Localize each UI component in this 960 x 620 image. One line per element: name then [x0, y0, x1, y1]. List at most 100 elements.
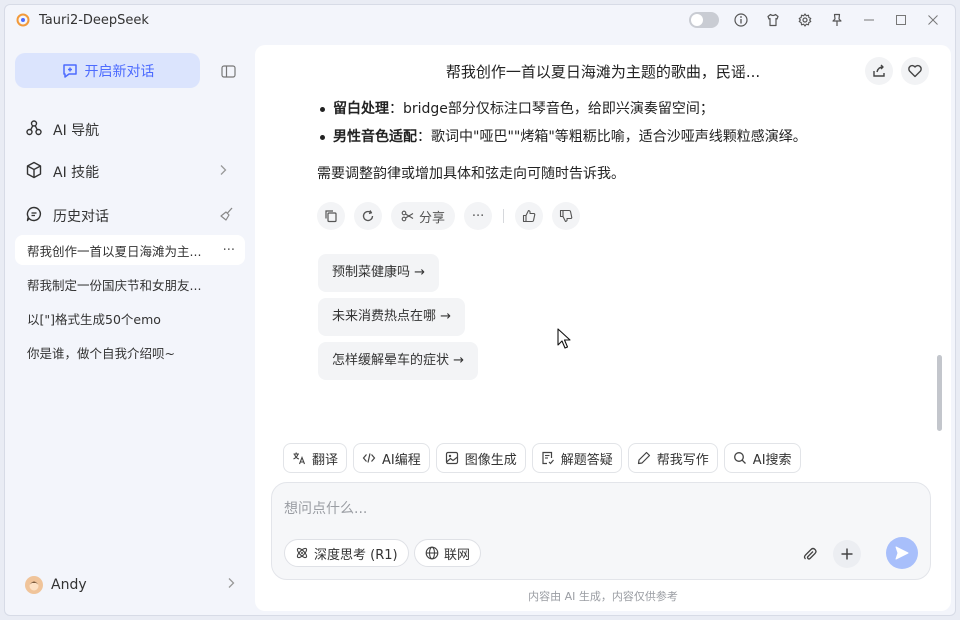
tool-label: AI搜索	[752, 452, 792, 468]
history-item[interactable]: 以["]格式生成50个emo	[15, 303, 245, 333]
tool-label: 翻译	[312, 452, 339, 468]
closing-paragraph: 需要调整韵律或增加具体和弦走向可随时告诉我。	[317, 166, 625, 182]
more-actions-button[interactable]: ···	[464, 202, 493, 230]
more-icon[interactable]: ···	[223, 243, 235, 258]
tool-bar: 翻译 AI编程 图像生成 解题答疑 帮我写作 AI搜索	[283, 443, 801, 473]
web-search-toggle[interactable]: 联网	[414, 539, 482, 567]
user-name: Andy	[51, 577, 87, 593]
gear-icon[interactable]	[789, 5, 821, 35]
mouse-cursor-icon	[557, 328, 571, 349]
cube-icon	[25, 161, 43, 183]
translate-icon	[293, 452, 306, 465]
tool-ai-search[interactable]: AI搜索	[723, 443, 801, 473]
thumbs-up-button[interactable]	[515, 202, 544, 230]
bullet-term: 男性音色适配	[333, 129, 417, 145]
copy-button[interactable]	[317, 202, 345, 230]
message-actions: 分享 ···	[317, 202, 581, 230]
tool-translate[interactable]: 翻译	[283, 443, 348, 473]
sidebar-item-label: AI 导航	[53, 123, 100, 139]
avatar	[25, 576, 43, 594]
regenerate-button[interactable]	[354, 202, 382, 230]
app-logo-icon	[15, 12, 31, 28]
tool-label: 解题答疑	[560, 452, 613, 468]
minimize-icon[interactable]	[853, 5, 885, 35]
list-item: 男性音色适配：歌词中"哑巴""烤箱"等粗粝比喻，适合沙哑声线颗粒感演绎。	[317, 123, 897, 151]
sidebar-item-ai-skills[interactable]: AI 技能	[25, 160, 235, 184]
history-item-title: 以["]格式生成50个emo	[27, 311, 161, 327]
title-bar: Tauri2-DeepSeek	[5, 5, 955, 35]
share-nodes-icon	[401, 210, 414, 222]
bullet-text: ：歌词中"哑巴""烤箱"等粗粝比喻，适合沙哑声线颗粒感演绎。	[417, 129, 807, 145]
history-item-title: 帮我创作一首以夏日海滩为主...	[27, 243, 202, 259]
theme-toggle[interactable]	[689, 12, 719, 28]
more-icon: ···	[471, 208, 485, 224]
history-list: 帮我创作一首以夏日海滩为主... ··· 帮我制定一份国庆节和女朋友... 以[…	[15, 235, 245, 371]
maximize-icon[interactable]	[885, 5, 917, 35]
message-input[interactable]	[284, 497, 904, 521]
chevron-right-icon	[227, 577, 235, 593]
shirt-icon[interactable]	[757, 5, 789, 35]
message-content: 留白处理：bridge部分仅标注口琴音色，给即兴演奏留空间； 男性音色适配：歌词…	[317, 95, 897, 185]
nodes-icon	[25, 119, 43, 141]
share-button[interactable]: 分享	[391, 202, 456, 230]
window-title: Tauri2-DeepSeek	[39, 12, 149, 28]
scrollbar-thumb[interactable]	[937, 355, 942, 431]
atom-icon	[296, 547, 308, 559]
refresh-icon	[362, 210, 374, 222]
code-icon	[362, 453, 376, 463]
image-icon	[445, 451, 458, 465]
deep-think-toggle[interactable]: 深度思考 (R1)	[284, 539, 409, 567]
composer: 深度思考 (R1) 联网	[271, 482, 931, 580]
globe-icon	[425, 546, 439, 560]
disclaimer: 内容由 AI 生成，内容仅供参考	[528, 590, 678, 603]
history-item[interactable]: 你是谁，做个自我介绍呗~	[15, 337, 245, 367]
history-item-title: 你是谁，做个自我介绍呗~	[27, 345, 175, 361]
tool-image-gen[interactable]: 图像生成	[435, 443, 526, 473]
chevron-right-icon	[219, 164, 227, 180]
tool-writing[interactable]: 帮我写作	[627, 443, 718, 473]
send-button[interactable]	[886, 537, 918, 569]
broom-icon[interactable]	[219, 206, 235, 226]
deep-think-label: 深度思考 (R1)	[314, 547, 398, 563]
divider	[503, 209, 505, 223]
history-item[interactable]: 帮我创作一首以夏日海滩为主... ···	[15, 235, 245, 265]
tool-label: AI编程	[382, 452, 421, 468]
suggestion-list: 预制菜健康吗 → 未来消费热点在哪 → 怎样缓解晕车的症状 →	[318, 254, 479, 386]
tool-problem-solving[interactable]: 解题答疑	[531, 443, 622, 473]
history-label: 历史对话	[53, 209, 109, 225]
search-icon	[733, 452, 746, 464]
paperclip-icon[interactable]	[796, 540, 824, 568]
suggestion-chip[interactable]: 未来消费热点在哪 →	[318, 298, 466, 336]
sidebar-item-label: AI 技能	[53, 165, 100, 181]
chat-title: 帮我创作一首以夏日海滩为主题的歌曲，民谣...	[445, 63, 761, 81]
heart-icon[interactable]	[901, 57, 929, 85]
new-chat-button[interactable]: 开启新对话	[15, 53, 200, 88]
history-item[interactable]: 帮我制定一份国庆节和女朋友...	[15, 269, 245, 299]
list-item: 留白处理：bridge部分仅标注口琴音色，给即兴演奏留空间；	[317, 95, 897, 123]
share-icon[interactable]	[865, 57, 893, 85]
new-chat-label: 开启新对话	[84, 63, 155, 80]
history-item-title: 帮我制定一份国庆节和女朋友...	[27, 277, 202, 293]
thumbs-down-button[interactable]	[552, 202, 581, 230]
info-icon[interactable]	[725, 5, 757, 35]
sidebar-item-ai-nav[interactable]: AI 导航	[25, 118, 235, 142]
share-label: 分享	[419, 210, 446, 226]
doc-check-icon	[542, 451, 554, 465]
tool-label: 帮我写作	[656, 452, 709, 468]
plus-icon[interactable]	[833, 540, 861, 568]
user-profile[interactable]: Andy	[25, 573, 235, 597]
pen-icon	[637, 451, 650, 465]
chat-bubble-icon	[25, 205, 43, 227]
suggestion-chip[interactable]: 怎样缓解晕车的症状 →	[318, 342, 479, 380]
send-icon	[895, 546, 909, 560]
copy-icon	[325, 210, 337, 223]
bullet-text: ：bridge部分仅标注口琴音色，给即兴演奏留空间；	[389, 101, 714, 117]
app-window: Tauri2-DeepSeek 开启新对话 AI 导航 AI 技能 历史对话 帮…	[4, 4, 956, 616]
tool-ai-coding[interactable]: AI编程	[353, 443, 430, 473]
suggestion-chip[interactable]: 预制菜健康吗 →	[318, 254, 440, 292]
sidebar-toggle-icon[interactable]	[219, 63, 237, 79]
thumbs-up-icon	[522, 209, 536, 223]
close-icon[interactable]	[917, 5, 949, 35]
pin-icon[interactable]	[821, 5, 853, 35]
history-header: 历史对话	[25, 204, 235, 228]
